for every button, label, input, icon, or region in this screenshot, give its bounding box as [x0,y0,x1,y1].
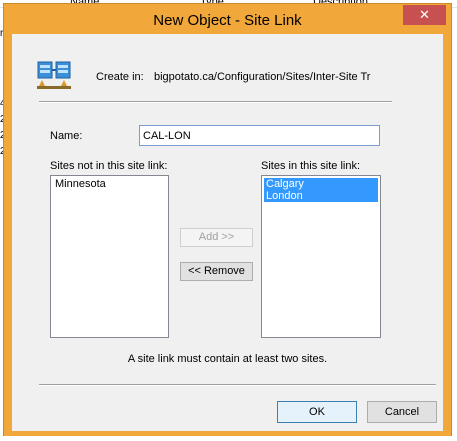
background-footer [0,436,457,441]
create-in-path: bigpotato.ca/Configuration/Sites/Inter-S… [154,71,371,83]
requirement-note: A site link must contain at least two si… [127,353,328,365]
ok-button[interactable]: OK [277,401,357,423]
new-object-dialog: New Object - Site Link ✕ Create in: bigp… [3,3,452,439]
name-input[interactable] [139,125,380,146]
add-button[interactable]: Add >> [180,228,253,247]
divider [39,101,392,103]
create-in-label: Create in: [96,71,144,83]
site-link-icon [37,61,71,89]
name-label: Name: [50,130,83,142]
list-item[interactable]: London [264,190,378,202]
cancel-button[interactable]: Cancel [367,401,437,423]
sites-in-label: Sites in this site link: [261,160,361,172]
remove-button[interactable]: << Remove [180,262,253,281]
sites-not-in-label: Sites not in this site link: [50,160,168,172]
dialog-client-area: Create in: bigpotato.ca/Configuration/Si… [12,34,443,431]
list-item[interactable]: Minnesota [53,178,166,190]
dialog-title: New Object - Site Link [153,12,302,29]
dialog-titlebar[interactable]: New Object - Site Link ✕ [4,4,451,34]
close-icon: ✕ [419,7,430,22]
sites-not-in-listbox[interactable]: Minnesota [50,175,169,338]
list-item[interactable]: Calgary [264,178,378,190]
close-button[interactable]: ✕ [403,5,446,25]
sites-in-listbox[interactable]: Calgary London [261,175,381,338]
divider [39,384,436,386]
